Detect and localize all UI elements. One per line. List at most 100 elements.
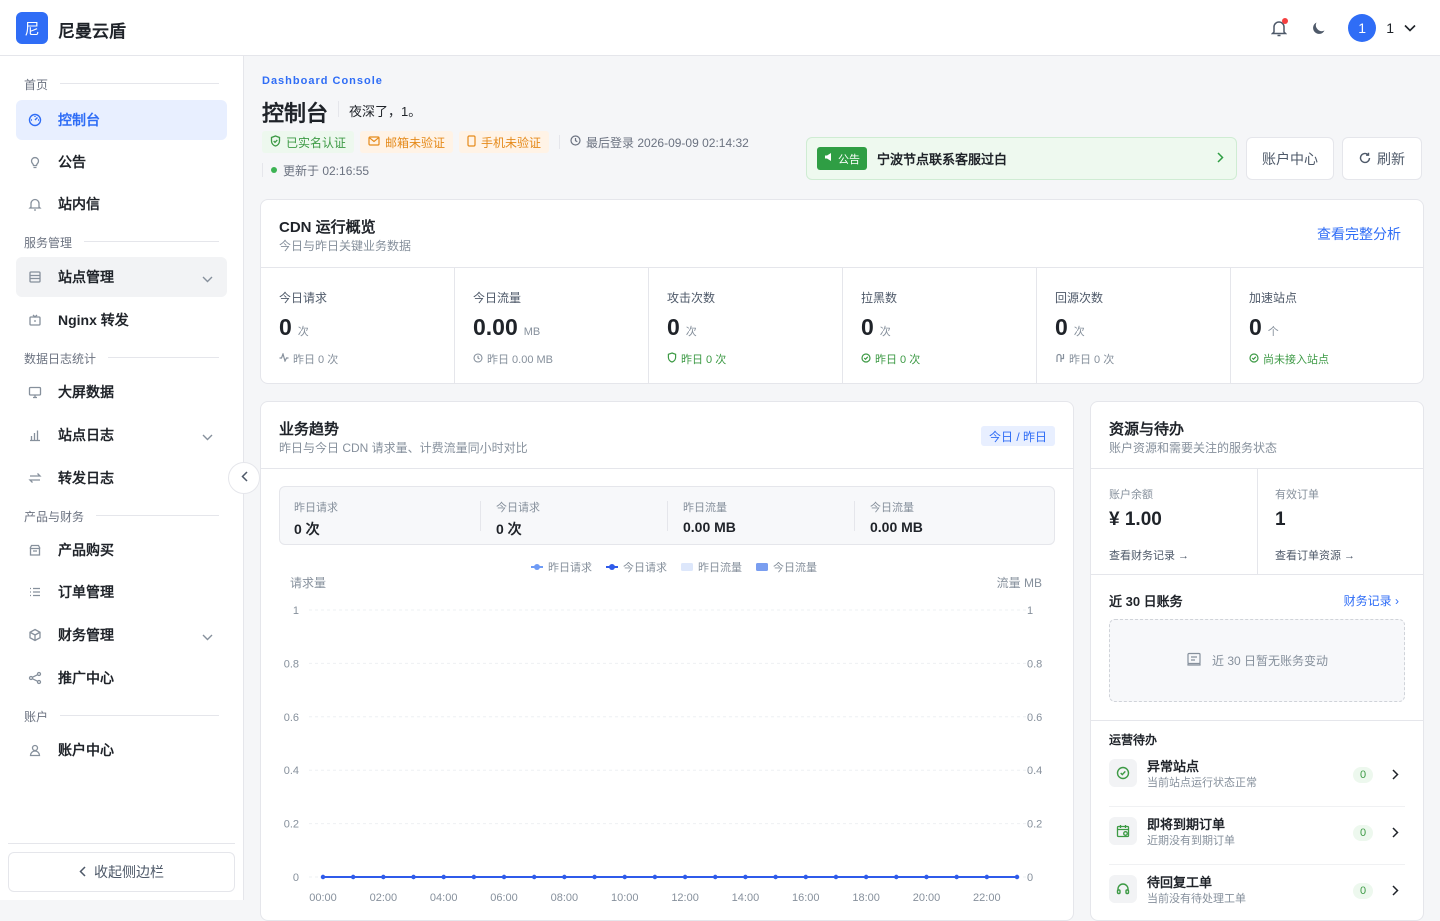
sidebar-item-messages[interactable]: 站内信 xyxy=(16,184,227,224)
todo-expiring-orders[interactable]: 即将到期订单 近期没有到期订单 0 xyxy=(1109,807,1405,865)
kpi-today-traffic: 今日流量 0.00 MB 昨日 0.00 MB xyxy=(455,267,649,383)
summary-today-traffic: 今日流量 0.00 MB xyxy=(870,499,923,535)
todo-subtitle: 当前没有待处理工单 xyxy=(1147,893,1246,905)
avatar[interactable]: 1 xyxy=(1348,14,1377,42)
card-subtitle: 账户资源和需要关注的服务状态 xyxy=(1109,441,1278,455)
sidebar-item-finance[interactable]: 财务管理 xyxy=(16,615,227,655)
orders-label: 有效订单 xyxy=(1275,489,1319,501)
full-analysis-link[interactable]: 查看完整分析 xyxy=(1317,224,1401,244)
bell-icon[interactable] xyxy=(1268,17,1290,39)
kpi-footnote: 昨日 0 次 xyxy=(875,354,921,366)
account-balance: 账户余额 ¥ 1.00 查看财务记录 → xyxy=(1109,486,1189,563)
store-icon xyxy=(28,543,42,557)
sidebar: 首页 控制台 公告 站内信 服务管理 站点管理 Nginx 转发 数据日志统计 … xyxy=(0,56,244,900)
legend-label: 今日请求 xyxy=(623,562,667,574)
sidebar-item-referral[interactable]: 推广中心 xyxy=(16,658,227,698)
email-unverified-badge[interactable]: 邮箱未验证 xyxy=(360,131,454,153)
todo-count-badge: 0 xyxy=(1353,767,1373,783)
sidebar-item-sites[interactable]: 站点管理 xyxy=(16,257,227,297)
summary-value: 0.00 MB xyxy=(683,519,736,535)
section-title-account: 账户 xyxy=(24,710,49,724)
branch-icon xyxy=(1055,353,1065,366)
sidebar-item-announcements[interactable]: 公告 xyxy=(16,142,227,182)
check-circle-icon xyxy=(1109,759,1137,787)
todo-abnormal-sites[interactable]: 异常站点 当前站点运行状态正常 0 xyxy=(1109,749,1405,807)
y2-tick-label: 0.8 xyxy=(1027,658,1042,670)
bills-title: 近 30 日账务 xyxy=(1109,594,1183,609)
moon-icon[interactable] xyxy=(1308,17,1330,39)
bills-empty-state: 近 30 日暂无账务变动 xyxy=(1109,619,1405,702)
kpi-footnote: 昨日 0 次 xyxy=(1069,354,1115,366)
account-center-button-label: 账户中心 xyxy=(1262,150,1318,167)
summary-label: 今日流量 xyxy=(870,502,914,514)
compare-range-tag[interactable]: 今日 / 昨日 xyxy=(980,426,1055,446)
refresh-button[interactable]: 刷新 xyxy=(1342,137,1422,180)
chevron-down-icon xyxy=(202,628,213,644)
collapse-sidebar-button[interactable]: 收起侧边栏 xyxy=(8,852,235,892)
sidebar-item-purchase[interactable]: 产品购买 xyxy=(16,530,227,570)
page-title: 控制台 xyxy=(262,101,329,126)
announcement-tag: 公告 xyxy=(817,147,867,170)
finance-records-link[interactable]: 查看财务记录 → xyxy=(1109,547,1189,563)
sidebar-item-forward-logs[interactable]: 转发日志 xyxy=(16,458,227,498)
chevron-down-icon[interactable] xyxy=(1404,19,1416,37)
notification-dot xyxy=(1282,18,1289,24)
kpi-label: 今日请求 xyxy=(279,291,328,305)
sidebar-item-big-screen[interactable]: 大屏数据 xyxy=(16,372,227,412)
kpi-unit: 次 xyxy=(685,326,697,338)
card-subtitle: 昨日与今日 CDN 请求量、计费流量同小时对比 xyxy=(279,441,528,455)
phone-unverified-badge[interactable]: 手机未验证 xyxy=(459,131,550,153)
divider xyxy=(1091,720,1423,721)
x-tick-label: 20:00 xyxy=(913,892,941,904)
x-tick-label: 18:00 xyxy=(852,892,880,904)
chart-point xyxy=(411,874,416,880)
chart-point xyxy=(652,874,658,880)
balance-value: ¥ 1.00 xyxy=(1109,509,1162,530)
kpi-today-requests: 今日请求 0次 昨日 0 次 xyxy=(261,267,455,383)
user-name[interactable]: 1 xyxy=(1386,20,1394,36)
swap-icon xyxy=(28,471,42,485)
kpi-footnote: 昨日 0 次 xyxy=(681,354,727,366)
order-resources-link[interactable]: 查看订单资源 → xyxy=(1275,547,1355,563)
legend-swatch xyxy=(756,563,768,571)
y-tick-label: 0.8 xyxy=(284,658,299,670)
sidebar-toggle-button[interactable] xyxy=(228,462,260,494)
chart-point xyxy=(471,874,477,880)
divider xyxy=(854,501,855,531)
sidebar-item-dashboard[interactable]: 控制台 xyxy=(16,100,227,140)
chart-point xyxy=(501,874,507,880)
kpi-unit: 个 xyxy=(1267,326,1279,338)
x-tick-label: 08:00 xyxy=(551,892,579,904)
todo-title: 待回复工单 xyxy=(1147,875,1213,890)
bills-empty-text: 近 30 日暂无账务变动 xyxy=(1211,654,1329,668)
x-tick-label: 06:00 xyxy=(490,892,518,904)
todo-title: 即将到期订单 xyxy=(1147,817,1226,832)
account-center-button[interactable]: 账户中心 xyxy=(1246,137,1334,180)
kpi-value: 0 xyxy=(861,314,874,340)
verified-badge-label: 已实名认证 xyxy=(286,135,347,150)
sidebar-item-nginx-forward[interactable]: Nginx 转发 xyxy=(16,300,227,340)
legend-label: 昨日流量 xyxy=(698,562,742,574)
bills-records-link[interactable]: 财务记录 › xyxy=(1344,592,1399,609)
app-logo[interactable]: 尼 xyxy=(16,12,48,44)
todo-pending-tickets[interactable]: 待回复工单 当前没有待处理工单 0 xyxy=(1109,865,1405,920)
ops-todo-title: 运营待办 xyxy=(1109,733,1158,747)
kpi-unit: 次 xyxy=(879,326,891,338)
list-icon xyxy=(28,585,42,599)
main-content: Dashboard Console 控制台 夜深了，1。 已实名认证 邮箱未验证… xyxy=(244,56,1440,921)
headset-icon xyxy=(1109,875,1137,903)
megaphone-icon xyxy=(824,152,834,165)
sidebar-item-account-center[interactable]: 账户中心 xyxy=(16,730,227,770)
y2-tick-label: 0 xyxy=(1027,872,1033,884)
sidebar-item-label: 公告 xyxy=(58,154,86,170)
account-status-badges: 已实名认证 邮箱未验证 手机未验证 最后登录 2026-09-09 02:14:… xyxy=(262,131,749,153)
sidebar-item-site-logs[interactable]: 站点日志 xyxy=(16,415,227,455)
sidebar-item-label: 财务管理 xyxy=(58,627,114,643)
announcement-banner[interactable]: 公告 宁波节点联系客服过白 xyxy=(806,137,1237,180)
chevron-left-icon xyxy=(79,864,86,880)
receipt-icon xyxy=(1186,651,1202,670)
y-tick-label: 0.6 xyxy=(284,712,299,724)
summary-value: 0 次 xyxy=(496,521,522,537)
legend-swatch-dot xyxy=(609,564,615,570)
sidebar-item-orders[interactable]: 订单管理 xyxy=(16,572,227,612)
